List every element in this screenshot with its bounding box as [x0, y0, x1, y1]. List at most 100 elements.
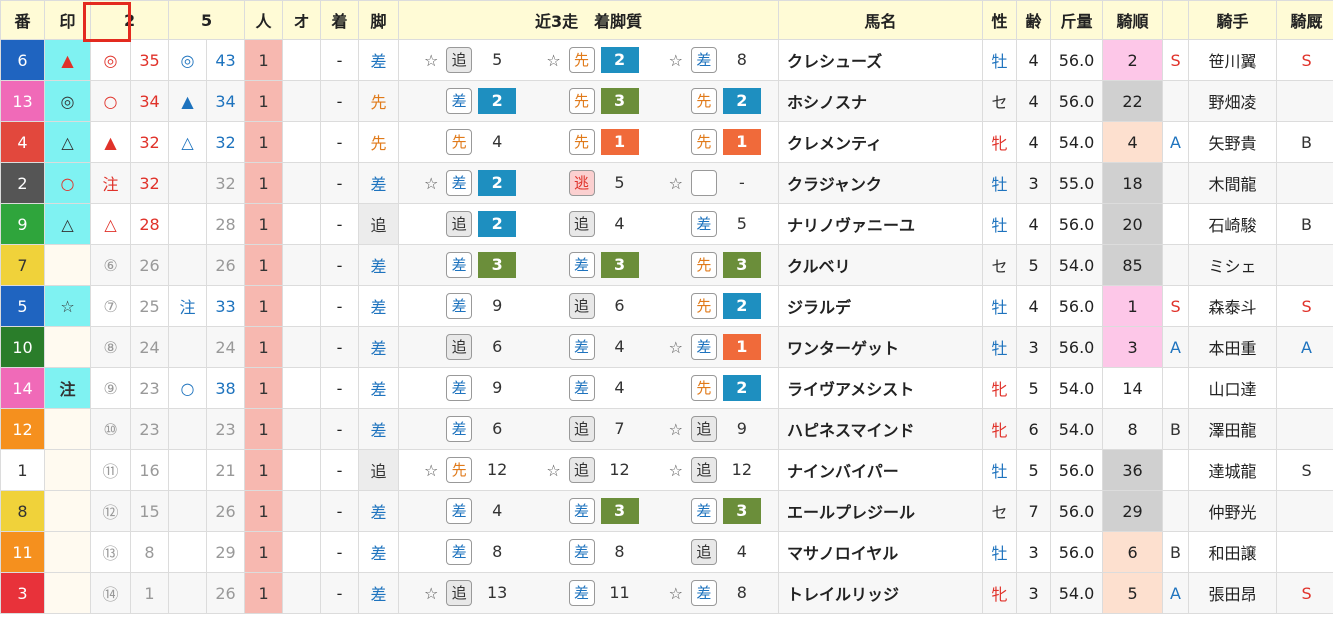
- finish: -: [320, 203, 360, 245]
- header-o[interactable]: オ: [282, 0, 322, 40]
- table-row[interactable]: 14 注 ⑨ 23 ○ 38 1- 差差 9 差 4 先 2 ライヴアメシスト牝 5 54.0 14 山口達: [0, 367, 1333, 409]
- horse-name[interactable]: クルベリ: [778, 244, 984, 286]
- prediction-mark[interactable]: △: [44, 203, 91, 245]
- table-row[interactable]: 5 ☆ ⑦ 25 注 33 1- 差差 9 追 6 先 2 ジラルデ牡 4 56.0 1 S 森泰斗 S: [0, 285, 1333, 327]
- prediction-mark[interactable]: [44, 244, 91, 286]
- horse-name[interactable]: トレイルリッジ: [778, 572, 984, 614]
- race-finish: 2: [600, 47, 639, 73]
- table-row[interactable]: 9 △ △ 28 28 1- 追追 2 追 4 差 5 ナリノヴァニーユ牡 4 56.0 20 石崎駿 B: [0, 203, 1333, 245]
- race-finish: 12: [487, 460, 508, 479]
- horse-name[interactable]: クレシューズ: [778, 39, 984, 81]
- jockey-name[interactable]: 仲野光: [1188, 490, 1278, 532]
- race-style-tag: 追: [690, 539, 717, 565]
- table-row[interactable]: 2 ○ 注 32 32 1- 差 ☆ 差 2 逃 5 ☆ - クラジャンク牡 3 55.0 18 木間龍: [0, 162, 1333, 204]
- horse-name[interactable]: ワンターゲット: [778, 326, 984, 368]
- race-finish: 4: [614, 337, 625, 356]
- horse-age: 4: [1016, 203, 1052, 245]
- horse-number: 1: [0, 449, 45, 491]
- recent-race: 差9: [416, 293, 516, 319]
- header-stable[interactable]: 騎厩: [1276, 0, 1333, 40]
- table-row[interactable]: 7 ⑥ 26 26 1- 差差 3 差 3 先 3 クルベリセ 5 54.0 85 ミシェ: [0, 244, 1333, 286]
- horse-name[interactable]: ジラルデ: [778, 285, 984, 327]
- horse-age: 3: [1016, 326, 1052, 368]
- jockey-name[interactable]: 木間龍: [1188, 162, 1278, 204]
- jockey-name[interactable]: 張田昂: [1188, 572, 1278, 614]
- jockey-name[interactable]: 矢野貴: [1188, 121, 1278, 163]
- race-style-tag: 差: [568, 252, 595, 278]
- horse-number: 11: [0, 531, 45, 573]
- horse-name[interactable]: マサノロイヤル: [778, 531, 984, 573]
- horse-name[interactable]: ナリノヴァニーユ: [778, 203, 984, 245]
- header-col5[interactable]: 5: [168, 0, 246, 40]
- table-row[interactable]: 4 △ ▲ 32 △ 32 1- 先先 4 先 1 先 1 クレメンティ牝 4 54.0 4 A 矢野貴 B: [0, 121, 1333, 163]
- horse-name[interactable]: ナインバイパー: [778, 449, 984, 491]
- table-row[interactable]: 11 ⑬ 8 29 1- 差差 8 差 8 追 4 マサノロイヤル牡 3 56.0 6 B 和田譲: [0, 531, 1333, 573]
- prediction-mark[interactable]: [44, 408, 91, 450]
- jockey-name[interactable]: 和田譲: [1188, 531, 1278, 573]
- race-finish: 5: [492, 50, 503, 69]
- race-finish: 4: [614, 214, 625, 233]
- header-jockey[interactable]: 騎手: [1188, 0, 1278, 40]
- prediction-mark[interactable]: [44, 326, 91, 368]
- prediction-mark[interactable]: [44, 449, 91, 491]
- horse-name[interactable]: ライヴアメシスト: [778, 367, 984, 409]
- table-row[interactable]: 12 ⑩ 23 23 1- 差差 6 追 7 ☆ 追 9 ハピネスマインド牝 6 54.0 8 B 澤田龍: [0, 408, 1333, 450]
- prediction-mark[interactable]: ◎: [44, 80, 91, 122]
- jockey-name[interactable]: 石崎駿: [1188, 203, 1278, 245]
- finish: -: [320, 572, 360, 614]
- jockey-name[interactable]: 野畑凌: [1188, 80, 1278, 122]
- col5-score: 28: [206, 203, 246, 245]
- jockey-name[interactable]: 山口達: [1188, 367, 1278, 409]
- carried-weight: 54.0: [1050, 408, 1104, 450]
- prediction-mark[interactable]: ○: [44, 162, 91, 204]
- recent-race: 差3: [661, 498, 761, 524]
- recent-race: 追4: [539, 211, 639, 237]
- header-horse-name[interactable]: 馬名: [778, 0, 984, 40]
- recent-race: ☆ 差 8: [661, 580, 761, 606]
- header-jockey-rank[interactable]: 騎順: [1102, 0, 1164, 40]
- popularity: 1: [244, 326, 284, 368]
- horse-name[interactable]: ホシノスナ: [778, 80, 984, 122]
- table-row[interactable]: 13 ◎ ○ 34 ▲ 34 1- 先差 2 先 3 先 2 ホシノスナセ 4 56.0 22 野畑凌: [0, 80, 1333, 122]
- col2-score: 28: [129, 203, 170, 245]
- prediction-mark[interactable]: ☆: [44, 285, 91, 327]
- stable-grade: [1276, 244, 1333, 286]
- horse-name[interactable]: ハピネスマインド: [778, 408, 984, 450]
- jockey-name[interactable]: ミシェ: [1188, 244, 1278, 286]
- header-age[interactable]: 齢: [1016, 0, 1052, 40]
- header-weight[interactable]: 斤量: [1050, 0, 1104, 40]
- recent-race: 先4: [416, 129, 516, 155]
- header-chaku[interactable]: 着: [320, 0, 360, 40]
- header-in[interactable]: 印: [44, 0, 91, 40]
- table-row[interactable]: 3 ⑭ 1 26 1- 差 ☆ 追 13 差 11 ☆ 差 8 トレイルリッジ牝 3 54.0 5 A 張田昂 S: [0, 572, 1333, 614]
- header-ban[interactable]: 番: [0, 0, 45, 40]
- table-row[interactable]: 6 ▲ ◎ 35 ◎ 43 1- 差 ☆ 追 5 ☆ 先 2 ☆ 差 8 クレシューズ牡 4 56.0 2 S 笹川翼 S: [0, 39, 1333, 81]
- horse-name[interactable]: エールプレジール: [778, 490, 984, 532]
- header-col2[interactable]: 2: [89, 0, 170, 40]
- prediction-mark[interactable]: △: [44, 121, 91, 163]
- header-kyaku[interactable]: 脚: [358, 0, 400, 40]
- prediction-mark[interactable]: 注: [44, 367, 91, 409]
- table-row[interactable]: 1 ⑪ 16 21 1- 追 ☆ 先 12 ☆ 追 12 ☆ 追 12 ナインバイパー牡 5 56.0 36 達城龍 S: [0, 449, 1333, 491]
- header-ninki[interactable]: 人: [244, 0, 284, 40]
- prediction-mark[interactable]: [44, 490, 91, 532]
- jockey-name[interactable]: 澤田龍: [1188, 408, 1278, 450]
- jockey-name[interactable]: 森泰斗: [1188, 285, 1278, 327]
- header-recent3[interactable]: 近3走 着脚質: [398, 0, 780, 40]
- table-row[interactable]: 8 ⑫ 15 26 1- 差差 4 差 3 差 3 エールプレジールセ 7 56.0 29 仲野光: [0, 490, 1333, 532]
- jockey-name[interactable]: 笹川翼: [1188, 39, 1278, 81]
- odds: [282, 285, 322, 327]
- horse-name[interactable]: クレメンティ: [778, 121, 984, 163]
- header-sex[interactable]: 性: [982, 0, 1018, 40]
- table-row[interactable]: 10 ⑧ 24 24 1- 差追 6 差 4 ☆ 差 1 ワンターゲット牡 3 56.0 3 A 本田重 A: [0, 326, 1333, 368]
- jockey-name[interactable]: 本田重: [1188, 326, 1278, 368]
- horse-name[interactable]: クラジャンク: [778, 162, 984, 204]
- horse-number: 3: [0, 572, 45, 614]
- race-style-tag: 差: [446, 170, 473, 196]
- horse-sex: 牡: [982, 531, 1018, 573]
- prediction-mark[interactable]: ▲: [44, 39, 91, 81]
- jockey-name[interactable]: 達城龍: [1188, 449, 1278, 491]
- prediction-mark[interactable]: [44, 531, 91, 573]
- star-icon: ☆: [424, 173, 439, 193]
- prediction-mark[interactable]: [44, 572, 91, 614]
